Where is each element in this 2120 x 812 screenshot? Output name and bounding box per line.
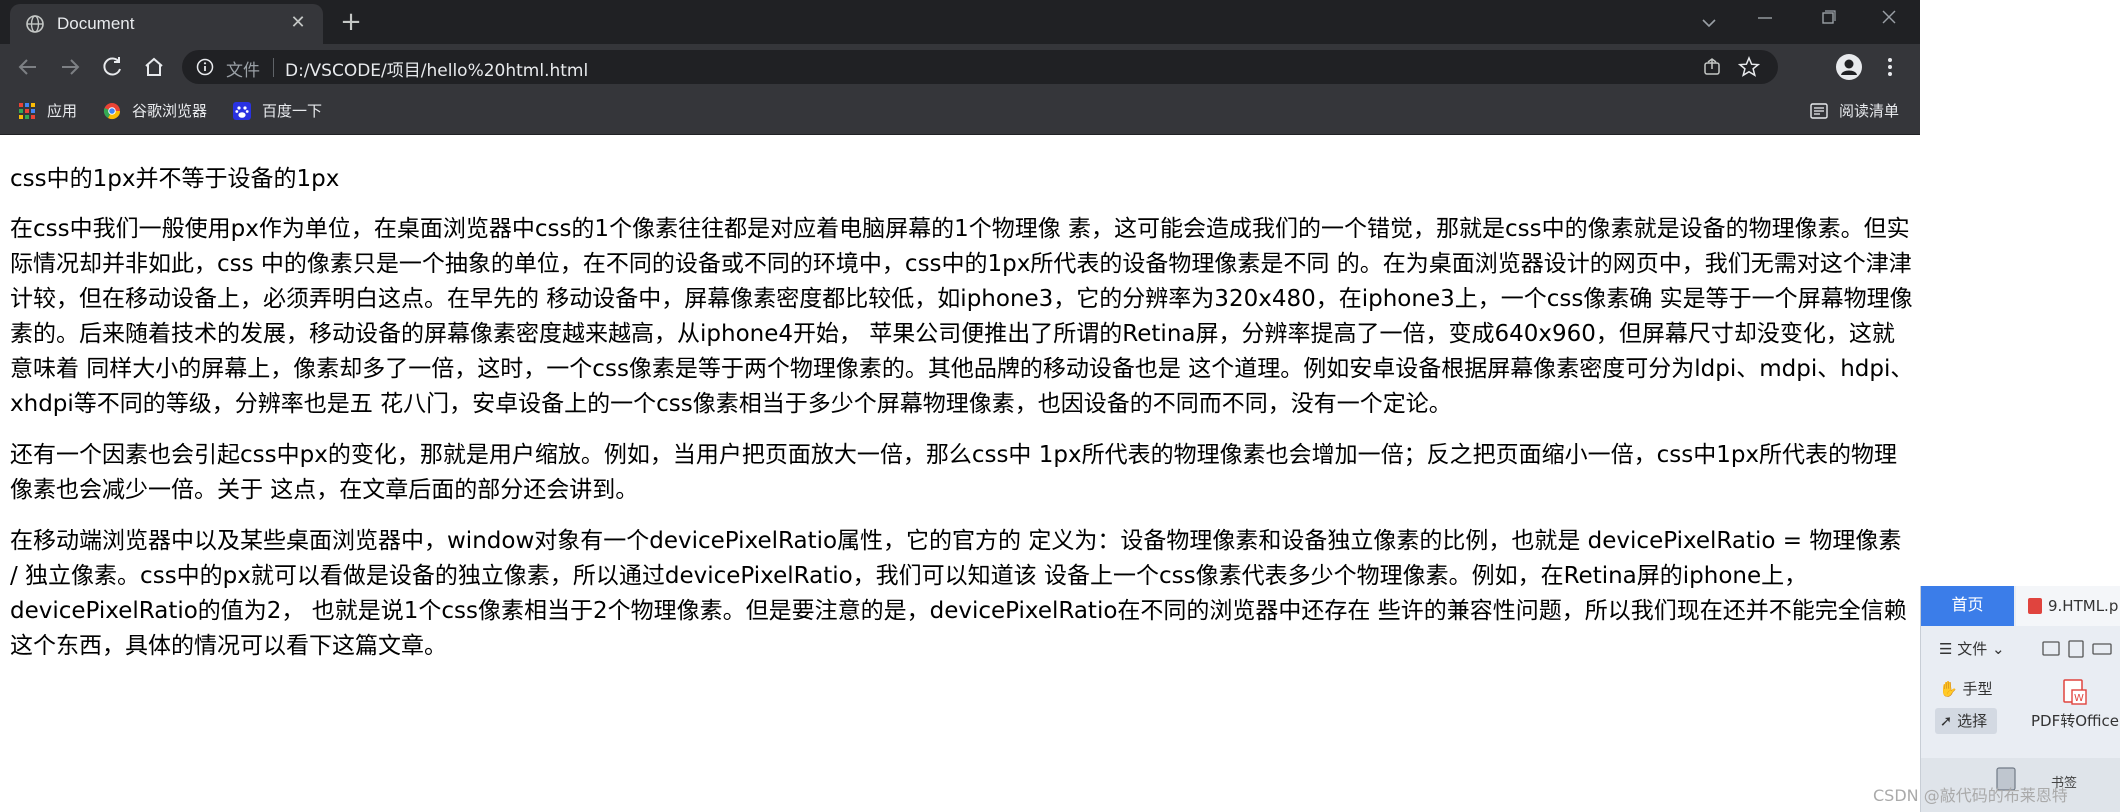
watermark: CSDN @敲代码的布莱恩特 [1873,786,2068,805]
reading-list-icon [1810,103,1828,119]
more-vert-icon[interactable] [1880,53,1900,81]
hamburger-icon: ☰ [1939,640,1958,658]
reading-list-label: 阅读清单 [1839,102,1900,120]
window-close-icon[interactable] [1876,6,1902,30]
chevron-down-icon[interactable] [1698,12,1720,34]
back-icon[interactable] [14,53,42,81]
paragraph: 在移动端浏览器中以及某些桌面浏览器中，window对象有一个devicePixe… [10,528,1907,659]
apps-grid-icon [19,103,35,119]
address-divider [273,58,274,77]
pdf-hand-tool-label: 手型 [1962,680,1993,698]
pdf-select-tool[interactable]: ➚ 选择 [1935,708,1997,734]
address-bar[interactable]: 文件 D:/VSCODE/项目/hello%20html.html [182,50,1778,84]
bookmark-label: 百度一下 [262,102,323,120]
tab-strip: Document ✕ + [0,0,1920,44]
pdf-hand-tool[interactable]: ✋ 手型 [1939,678,1992,699]
minimize-icon[interactable] [1752,6,1778,30]
pdf-file-icon [2028,598,2042,614]
page-content: css中的1px并不等于设备的1px 在css中我们一般使用px作为单位，在桌面… [10,148,1914,680]
scheme-label: 文件 [226,61,260,81]
hand-icon: ✋ [1939,680,1963,698]
info-icon[interactable] [196,58,214,76]
globe-icon [26,15,44,33]
pdf-file-menu-label: 文件 [1957,640,1988,658]
browser-window: Document ✕ + 文件 D:/VSCODE/项目/hello%20htm… [0,0,1920,812]
pdf-select-tool-label: 选择 [1957,712,1988,730]
pdf-home-tab[interactable]: 首页 [1921,586,2014,626]
bookmark-label: 谷歌浏览器 [132,102,208,120]
share-icon[interactable] [1702,57,1722,77]
bookmarks-bar: 应用 谷歌浏览器 百度一下 阅读清单 [0,90,1920,135]
reload-icon[interactable] [98,53,126,81]
bookmark-label: 应用 [47,102,78,120]
pdf-quick-tools-icon[interactable] [2041,638,2120,660]
close-icon[interactable]: ✕ [287,12,309,34]
home-icon[interactable] [140,53,168,81]
chevron-down-icon: ⌄ [1987,640,2005,658]
chrome-icon [103,103,121,120]
url-text[interactable]: D:/VSCODE/项目/hello%20html.html [285,56,588,81]
baidu-icon [233,102,251,120]
tab-document[interactable]: Document ✕ [10,4,323,44]
paragraph: 还有一个因素也会引起css中px的变化，那就是用户缩放。例如，当用户把页面放大一… [10,442,1898,503]
page-heading: css中的1px并不等于设备的1px [10,166,340,192]
restore-icon[interactable] [1815,6,1841,30]
pdf-file-tab[interactable]: 9.HTML.p [2016,586,2120,626]
pdf-to-word-icon: W [2063,679,2087,705]
toolbar: 文件 D:/VSCODE/项目/hello%20html.html [0,44,1920,90]
pdf-file-menu[interactable]: ☰ 文件 ⌄ [1939,638,2005,659]
cursor-icon: ➚ [1935,712,1958,730]
forward-icon[interactable] [56,53,84,81]
pdf-file-tab-label: 9.HTML.p [2048,597,2119,615]
star-icon[interactable] [1738,56,1760,78]
tab-title: Document [57,14,135,33]
pdf-to-office-label: PDF转Office [2030,712,2119,730]
paragraph: 在css中我们一般使用px作为单位，在桌面浏览器中css的1个像素往往都是对应着… [10,216,1914,417]
svg-text:W: W [2074,693,2084,704]
pdf-reader-panel: 首页 9.HTML.p ☰ 文件 ⌄ ✋ 手型 ➚ 选择 W PDF转Offic… [1920,586,2120,812]
person-icon [1841,59,1857,75]
profile-avatar[interactable] [1836,54,1862,80]
new-tab-button[interactable]: + [337,9,365,37]
pdf-to-office-button[interactable]: W PDF转Office [2027,678,2120,731]
